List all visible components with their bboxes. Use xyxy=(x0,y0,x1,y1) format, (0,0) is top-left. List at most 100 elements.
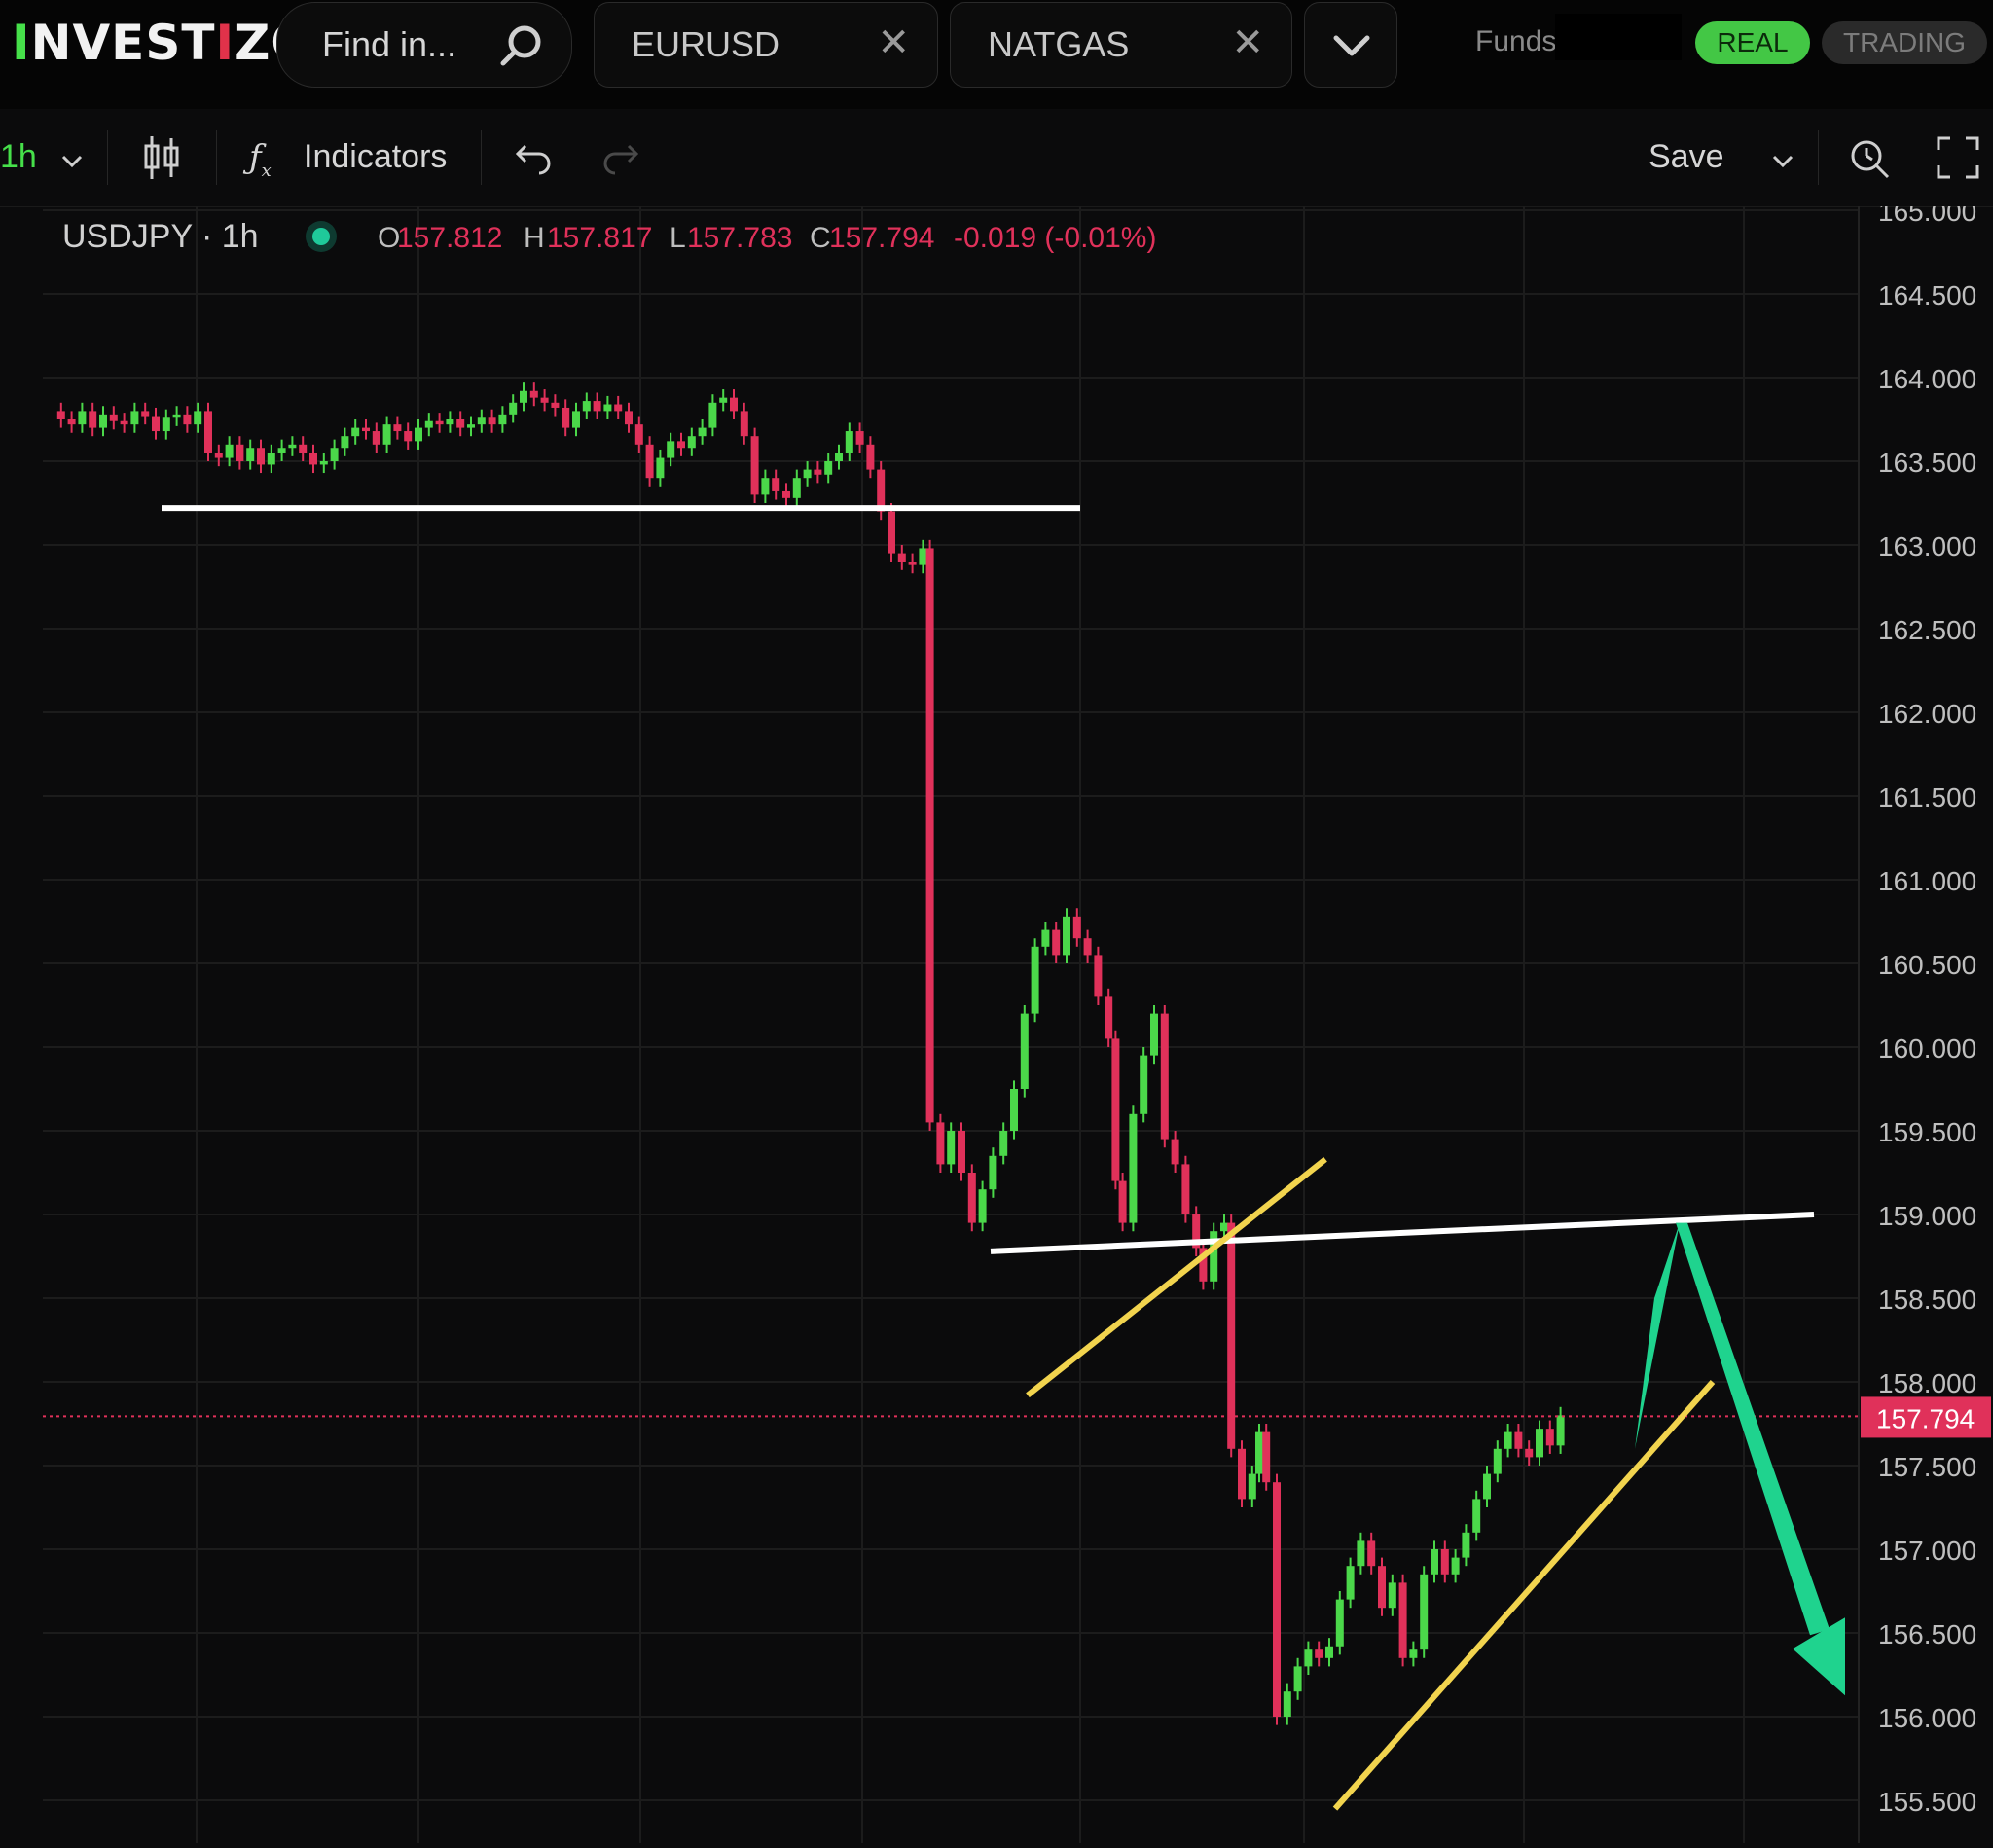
y-axis-tick-label: 164.000 xyxy=(1878,364,1976,394)
candle-body xyxy=(1171,1139,1179,1165)
y-axis-tick-label: 159.000 xyxy=(1878,1201,1976,1231)
candle-body xyxy=(477,417,486,425)
candle-body xyxy=(1273,1482,1281,1717)
real-account-toggle[interactable]: REAL xyxy=(1695,21,1810,64)
tab-label: NATGAS xyxy=(988,24,1130,64)
candle-body xyxy=(109,414,118,421)
candle-body xyxy=(130,411,139,425)
candle-body xyxy=(719,397,728,403)
chevron-down-icon[interactable] xyxy=(60,154,84,169)
low-value: 157.783 xyxy=(687,222,792,254)
y-axis-tick-label: 159.500 xyxy=(1878,1117,1976,1147)
high-label: H xyxy=(524,222,545,254)
candle-body xyxy=(319,461,328,465)
interval-selector[interactable]: 1h xyxy=(0,138,37,176)
candle-body xyxy=(593,401,601,412)
trading-account-toggle[interactable]: TRADING xyxy=(1822,21,1987,64)
close-icon[interactable]: ✕ xyxy=(1231,20,1264,65)
candle-body xyxy=(99,414,107,428)
candlestick-type-icon[interactable] xyxy=(142,134,181,181)
candle-body xyxy=(614,404,623,412)
candle-body xyxy=(855,431,864,445)
candle-body xyxy=(888,511,895,554)
candle-body xyxy=(529,390,538,398)
screenshot-icon[interactable] xyxy=(1845,134,1892,181)
candle-body xyxy=(877,469,886,512)
candle-body xyxy=(782,490,790,498)
function-icon[interactable]: ƒx xyxy=(249,138,272,181)
y-axis-tick-label: 157.000 xyxy=(1878,1536,1976,1566)
candle-body xyxy=(845,431,853,453)
candle-body xyxy=(1398,1582,1407,1658)
candle-body xyxy=(141,411,150,417)
candle-body xyxy=(551,402,560,408)
chart-area[interactable]: 155.500 156.000 156.500 157.000 157.500 158.0… xyxy=(0,197,1993,1843)
candle-body xyxy=(866,444,875,470)
candle-body xyxy=(947,1131,956,1165)
candle-body xyxy=(1304,1649,1313,1667)
candle-body xyxy=(1545,1429,1554,1446)
candle-body xyxy=(56,411,65,419)
y-axis-tick-label: 163.000 xyxy=(1878,531,1976,562)
logo-text: INVESTIZO xyxy=(12,15,312,71)
candle-body xyxy=(1335,1599,1344,1647)
candle-body xyxy=(1129,1113,1138,1223)
search-input[interactable]: Find in... xyxy=(322,24,456,65)
undo-icon[interactable] xyxy=(514,140,553,175)
chart-toolbar: 1h ƒx Indicators Save xyxy=(0,109,1993,207)
candle-body xyxy=(435,420,444,425)
candle-body xyxy=(225,444,234,458)
candle-body xyxy=(792,478,801,498)
tab-natgas[interactable]: NATGAS ✕ xyxy=(950,2,1292,88)
candle-body xyxy=(236,444,244,461)
candle-body xyxy=(677,441,685,449)
candle-body xyxy=(456,419,465,428)
indicators-button[interactable]: Indicators xyxy=(304,138,447,176)
chevron-down-icon[interactable] xyxy=(1771,154,1794,169)
candle-body xyxy=(393,424,402,432)
candle-body xyxy=(540,397,549,403)
candle-body xyxy=(730,397,738,412)
redo-icon[interactable] xyxy=(601,140,640,175)
candle-body xyxy=(267,453,275,465)
candle-body xyxy=(925,548,934,1123)
candle-body xyxy=(67,419,76,425)
candle-body xyxy=(750,436,759,495)
candle-body xyxy=(415,427,422,442)
candle-body xyxy=(1514,1431,1523,1449)
candle-body xyxy=(582,401,591,412)
candle-body xyxy=(257,448,265,465)
candle-body xyxy=(89,411,97,428)
candle-body xyxy=(120,420,128,425)
candle-body xyxy=(1118,1180,1127,1223)
more-tabs-button[interactable] xyxy=(1304,2,1397,88)
candle-body xyxy=(1181,1164,1190,1214)
candle-body xyxy=(424,420,433,428)
candle-body xyxy=(1238,1448,1246,1500)
investizo-logo[interactable]: INVESTIZO xyxy=(12,14,313,72)
search-box[interactable]: Find in... xyxy=(276,2,572,88)
y-axis-tick-label: 161.000 xyxy=(1878,866,1976,896)
candle-body xyxy=(1227,1222,1236,1449)
candle-body xyxy=(1111,1038,1120,1181)
candle-body xyxy=(908,562,917,565)
candle-body xyxy=(989,1155,997,1190)
candle-body xyxy=(999,1131,1008,1156)
close-icon[interactable]: ✕ xyxy=(877,20,910,65)
candle-body xyxy=(467,424,475,428)
price-chart[interactable]: 155.500 156.000 156.500 157.000 157.500 158.0… xyxy=(0,197,1993,1843)
candle-body xyxy=(1357,1540,1365,1567)
candle-body xyxy=(214,453,223,458)
candle-body xyxy=(1094,955,1103,997)
y-axis-tick-label: 157.500 xyxy=(1878,1452,1976,1482)
save-button[interactable]: Save xyxy=(1649,138,1724,176)
candle-body xyxy=(341,436,349,449)
candle-body xyxy=(309,453,317,465)
candle-body xyxy=(698,427,707,437)
candle-body xyxy=(1105,996,1113,1039)
fullscreen-icon[interactable] xyxy=(1935,134,1981,181)
market-status-dot xyxy=(312,228,330,245)
candle-body xyxy=(1420,1574,1429,1650)
tab-eurusd[interactable]: EURUSD ✕ xyxy=(594,2,938,88)
candle-body xyxy=(824,461,833,475)
